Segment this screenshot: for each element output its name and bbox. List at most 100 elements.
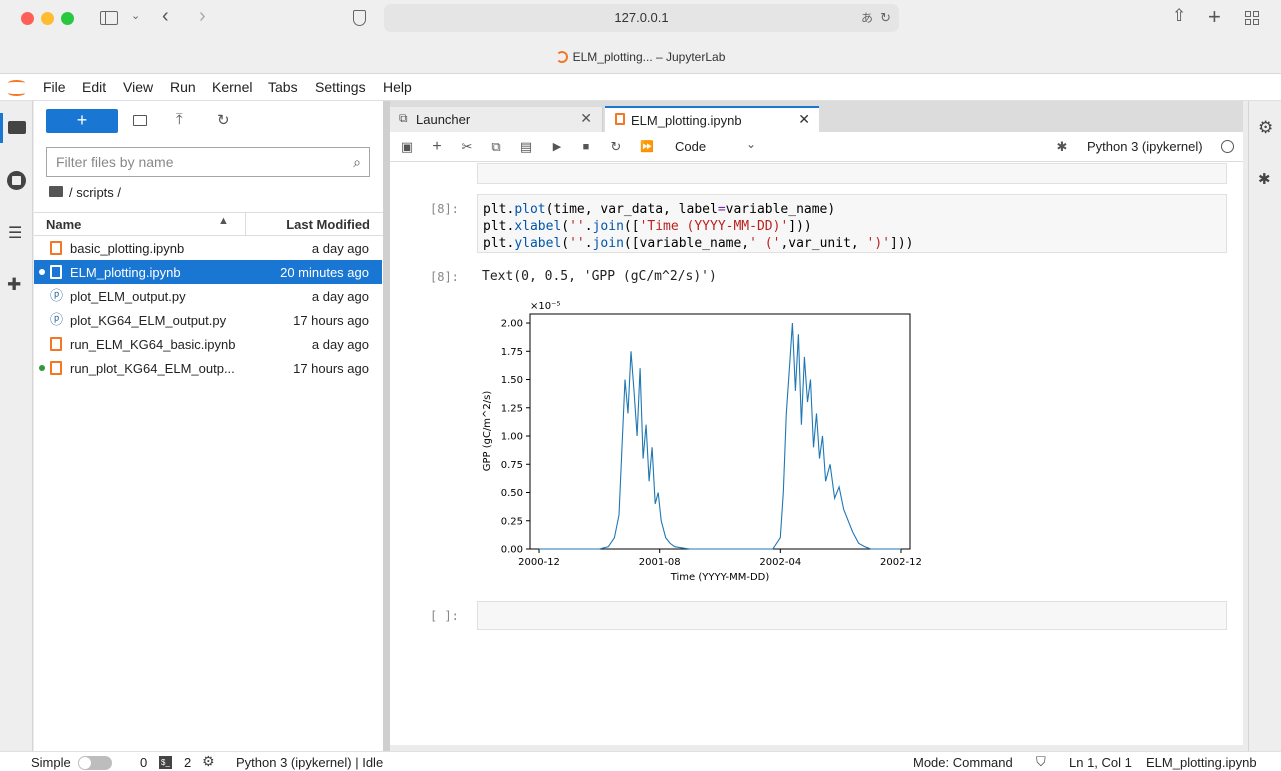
running-icon[interactable] bbox=[7, 171, 26, 190]
kernel-name[interactable]: Python 3 (ipykernel) bbox=[1087, 139, 1203, 154]
cut-icon[interactable]: ✂ bbox=[459, 139, 475, 155]
notebook-panel: ⧉ Launcher ✕ ELM_plotting.ipynb ✕ ▣ + ✂ … bbox=[390, 101, 1243, 745]
launcher-icon: ⧉ bbox=[399, 111, 408, 125]
x-tick-label: 2002-12 bbox=[880, 557, 922, 568]
chevron-down-icon: ⌄ bbox=[746, 137, 757, 151]
zoom-window-button[interactable] bbox=[61, 12, 74, 25]
run-icon[interactable]: ▶ bbox=[549, 139, 565, 155]
copy-icon[interactable]: ⧉ bbox=[488, 139, 504, 155]
y-scale-label: ×10⁻⁵ bbox=[530, 301, 560, 312]
breadcrumb[interactable]: / scripts / bbox=[69, 185, 121, 200]
file-modified: a day ago bbox=[311, 241, 369, 256]
shield-icon[interactable] bbox=[353, 10, 366, 26]
x-tick-label: 2001-08 bbox=[639, 557, 681, 568]
file-row[interactable]: run_plot_KG64_ELM_outp... 17 hours ago bbox=[34, 356, 382, 380]
close-window-button[interactable] bbox=[21, 12, 34, 25]
sidebar-toggle-icon[interactable] bbox=[100, 11, 118, 25]
bug-icon[interactable]: ✱ bbox=[1054, 139, 1070, 155]
new-folder-icon[interactable] bbox=[133, 115, 147, 126]
y-tick-label: 2.00 bbox=[501, 319, 523, 330]
kernel-icon[interactable]: ⚙ bbox=[202, 753, 215, 770]
tab-overview-icon[interactable] bbox=[1245, 11, 1260, 25]
menu-settings[interactable]: Settings bbox=[315, 79, 366, 95]
notebook-mode: Mode: Command bbox=[913, 755, 1013, 770]
column-name[interactable]: Name bbox=[46, 217, 81, 232]
filter-placeholder: Filter files by name bbox=[56, 154, 174, 170]
add-cell-icon[interactable]: + bbox=[429, 139, 445, 155]
right-sidebar: ⚙ ✱ bbox=[1248, 101, 1281, 751]
tab-elm-plotting[interactable]: ELM_plotting.ipynb ✕ bbox=[605, 106, 819, 132]
y-tick-label: 1.50 bbox=[501, 375, 523, 386]
menu-view[interactable]: View bbox=[123, 79, 153, 95]
y-tick-label: 0.50 bbox=[501, 488, 523, 499]
close-icon[interactable]: ✕ bbox=[798, 111, 810, 128]
stop-icon[interactable]: ■ bbox=[578, 139, 594, 155]
code-line-3: plt.ylabel(''.join([variable_name,' (',v… bbox=[483, 236, 914, 251]
back-icon[interactable]: ‹ bbox=[162, 5, 169, 28]
extension-icon[interactable]: ✚ bbox=[7, 275, 21, 295]
kernel-status-icon bbox=[1221, 140, 1234, 153]
menu-edit[interactable]: Edit bbox=[82, 79, 106, 95]
menu-file[interactable]: File bbox=[43, 79, 66, 95]
empty-code-cell[interactable] bbox=[477, 601, 1227, 630]
new-tab-icon[interactable]: + bbox=[1208, 4, 1221, 30]
filter-input[interactable]: Filter files by name ⌕ bbox=[46, 147, 370, 177]
fast-forward-icon[interactable]: ⏩ bbox=[639, 139, 655, 155]
notebook-toolbar: ▣ + ✂ ⧉ ▤ ▶ ■ ↻ ⏩ Code ⌄ ✱ Python 3 (ipy… bbox=[390, 132, 1243, 162]
file-row[interactable]: run_ELM_KG64_basic.ipynb a day ago bbox=[34, 332, 382, 356]
refresh-icon[interactable]: ↻ bbox=[217, 111, 230, 129]
panel-splitter[interactable] bbox=[383, 101, 390, 751]
terminal-icon[interactable]: $_ bbox=[159, 756, 172, 769]
breadcrumb-folder-icon[interactable] bbox=[49, 186, 63, 197]
cell-type-select[interactable]: Code ⌄ bbox=[670, 137, 760, 157]
running-indicator bbox=[39, 365, 45, 371]
file-modified: 17 hours ago bbox=[293, 313, 369, 328]
gpp-chart: ×10⁻⁵ 0.00 0.25 0.50 0.75 1.00 1.25 1.50 1.75 2.… bbox=[482, 301, 922, 583]
translate-icon[interactable]: あ bbox=[861, 4, 873, 32]
code-cell[interactable]: plt.plot(time, var_data, label=variable_… bbox=[477, 194, 1227, 253]
new-launcher-button[interactable]: + bbox=[46, 109, 118, 133]
tab-launcher[interactable]: ⧉ Launcher ✕ bbox=[390, 107, 603, 132]
cursor-position[interactable]: Ln 1, Col 1 bbox=[1069, 755, 1132, 770]
share-icon[interactable]: ⇧ bbox=[1172, 6, 1186, 26]
terminal-count[interactable]: 0 bbox=[140, 755, 147, 770]
property-inspector-icon[interactable]: ⚙ bbox=[1258, 118, 1273, 138]
file-row-selected[interactable]: ELM_plotting.ipynb 20 minutes ago bbox=[34, 260, 382, 284]
reload-icon[interactable]: ↻ bbox=[880, 4, 891, 32]
url-bar[interactable]: 127.0.0.1 あ ↻ bbox=[384, 4, 899, 32]
restart-icon[interactable]: ↻ bbox=[608, 139, 624, 155]
kernel-status[interactable]: Python 3 (ipykernel) | Idle bbox=[236, 755, 383, 770]
close-icon[interactable]: ✕ bbox=[580, 110, 592, 127]
notebook-icon bbox=[50, 265, 62, 279]
paste-icon[interactable]: ▤ bbox=[518, 139, 534, 155]
kernel-count[interactable]: 2 bbox=[184, 755, 191, 770]
chevron-down-icon[interactable]: ⌄ bbox=[131, 9, 140, 22]
simple-mode-toggle[interactable] bbox=[78, 756, 112, 770]
file-list-header: Name ▲ Last Modified bbox=[34, 212, 383, 236]
save-icon[interactable]: ▣ bbox=[399, 139, 415, 155]
menu-tabs[interactable]: Tabs bbox=[268, 79, 298, 95]
menu-kernel[interactable]: Kernel bbox=[212, 79, 252, 95]
trusted-shield-icon[interactable]: ⛉ bbox=[1036, 754, 1046, 770]
menu-bar: File Edit View Run Kernel Tabs Settings … bbox=[0, 74, 1281, 101]
menu-run[interactable]: Run bbox=[170, 79, 196, 95]
jupyter-logo-icon bbox=[7, 77, 27, 99]
upload-icon[interactable]: ⤒ bbox=[176, 111, 183, 128]
toc-icon[interactable]: ☰ bbox=[8, 223, 22, 243]
previous-cell[interactable] bbox=[477, 163, 1227, 184]
minimize-window-button[interactable] bbox=[41, 12, 54, 25]
y-tick-label: 1.75 bbox=[501, 347, 523, 358]
window-title-text: ELM_plotting... – JupyterLab bbox=[572, 50, 726, 64]
file-name: plot_KG64_ELM_output.py bbox=[70, 313, 227, 328]
file-row[interactable]: ⓟ plot_ELM_output.py a day ago bbox=[34, 284, 382, 308]
forward-icon[interactable]: › bbox=[199, 5, 206, 28]
file-modified: a day ago bbox=[311, 289, 369, 304]
menu-help[interactable]: Help bbox=[383, 79, 412, 95]
debugger-icon[interactable]: ✱ bbox=[1258, 170, 1271, 188]
output-text: Text(0, 0.5, 'GPP (gC/m^2/s)') bbox=[482, 269, 717, 284]
column-last-modified[interactable]: Last Modified bbox=[286, 217, 370, 232]
file-row[interactable]: ⓟ plot_KG64_ELM_output.py 17 hours ago bbox=[34, 308, 382, 332]
folder-icon[interactable] bbox=[8, 121, 26, 134]
file-row[interactable]: basic_plotting.ipynb a day ago bbox=[34, 236, 382, 260]
sort-up-icon[interactable]: ▲ bbox=[218, 215, 229, 227]
